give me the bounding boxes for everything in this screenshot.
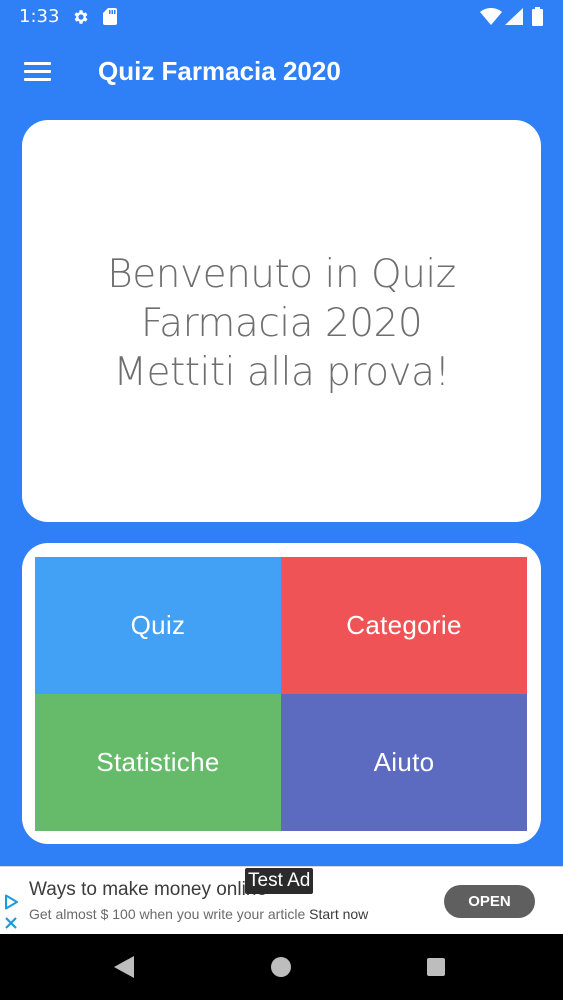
ad-banner[interactable]: Ways to make money online Get almost $ 1… (0, 866, 563, 935)
welcome-card: Benvenuto in Quiz Farmacia 2020 Mettiti … (22, 120, 541, 522)
status-time: 1:33 (19, 6, 60, 27)
home-icon[interactable] (271, 957, 291, 977)
aiuto-button[interactable]: Aiuto (281, 694, 527, 831)
statistiche-button[interactable]: Statistiche (35, 694, 281, 831)
gear-icon (74, 10, 88, 24)
sd-card-icon (103, 8, 117, 25)
categorie-button-label: Categorie (346, 610, 462, 640)
app-title: Quiz Farmacia 2020 (98, 56, 341, 86)
battery-icon (532, 7, 543, 26)
navigation-bar (0, 934, 563, 1000)
status-bar: 1:33 (0, 0, 563, 33)
recents-icon[interactable] (427, 958, 445, 976)
welcome-line: Mettiti alla prova! (113, 350, 450, 395)
statistiche-button-label: Statistiche (96, 747, 220, 777)
ad-open-button[interactable]: OPEN (444, 885, 535, 918)
test-ad-badge: Test Ad (245, 868, 314, 894)
hamburger-menu-icon[interactable] (14, 49, 62, 93)
aiuto-button-label: Aiuto (373, 747, 435, 777)
adchoices-play-icon[interactable] (3, 894, 19, 910)
welcome-line: Farmacia 2020 (140, 301, 423, 346)
quiz-button-label: Quiz (130, 610, 186, 640)
ad-title[interactable]: Ways to make money online (29, 878, 267, 902)
quiz-button[interactable]: Quiz (35, 557, 281, 694)
app-bar: Quiz Farmacia 2020 (0, 33, 563, 111)
ad-start-now-link[interactable]: Start now (309, 906, 368, 922)
ad-subtitle-text: Get almost $ 100 when you write your art… (29, 906, 306, 922)
ad-close-icon[interactable] (3, 915, 19, 931)
back-icon[interactable] (114, 956, 134, 978)
welcome-message: Benvenuto in Quiz Farmacia 2020 Mettiti … (22, 250, 541, 397)
ad-subtitle[interactable]: Get almost $ 100 when you write your art… (29, 905, 368, 923)
categorie-button[interactable]: Categorie (281, 557, 527, 694)
wifi-icon (480, 8, 502, 25)
menu-card: Quiz Categorie Statistiche Aiuto (22, 543, 541, 844)
signal-icon (505, 8, 523, 25)
welcome-line: Benvenuto in Quiz (107, 252, 456, 297)
